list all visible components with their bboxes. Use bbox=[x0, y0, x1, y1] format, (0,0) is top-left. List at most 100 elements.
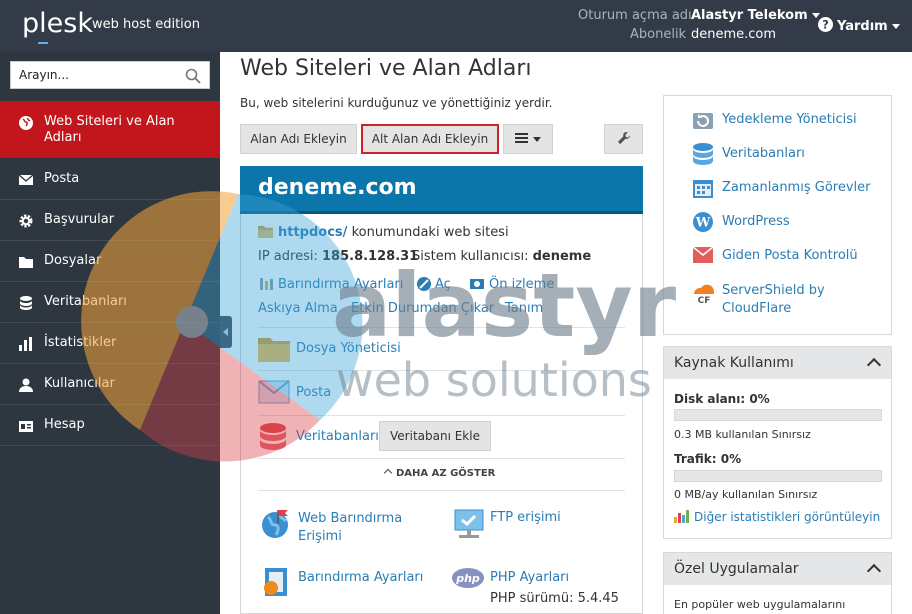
php-icon: php bbox=[452, 568, 484, 588]
hosting-settings-icon bbox=[260, 278, 273, 290]
traffic-usage-bar bbox=[674, 470, 882, 482]
cloudflare-icon: CF bbox=[693, 284, 715, 304]
traffic-usage-text: 0 MB/ay kullanılan Sınırsız bbox=[674, 488, 818, 501]
disk-usage-text: 0.3 MB kullanılan Sınırsız bbox=[674, 428, 811, 441]
web-hosting-access-icon bbox=[262, 510, 288, 538]
mail-icon bbox=[258, 380, 290, 404]
globe-icon bbox=[19, 116, 33, 130]
sidebar-item-files[interactable]: Dosyalar bbox=[0, 241, 220, 282]
chevron-down-icon bbox=[891, 24, 900, 29]
svg-text:php: php bbox=[455, 572, 480, 585]
databases-right-link[interactable]: Veritabanları bbox=[722, 146, 805, 161]
disk-usage-bar bbox=[674, 409, 882, 421]
hosting-settings-link[interactable]: Barındırma Ayarları bbox=[298, 570, 423, 585]
outgoing-mail-control-link[interactable]: Giden Posta Kontrolü bbox=[722, 248, 858, 263]
gear-icon bbox=[19, 214, 33, 228]
outgoing-mail-icon bbox=[692, 246, 714, 263]
subscription-selector[interactable]: deneme.com bbox=[691, 27, 776, 42]
plesk-logo[interactable]: plesk bbox=[22, 8, 93, 44]
wordpress-icon: W bbox=[693, 212, 713, 232]
wrench-icon bbox=[617, 131, 630, 145]
hosting-settings-icon bbox=[264, 568, 287, 596]
help-icon: ? bbox=[818, 17, 833, 32]
databases-link[interactable]: Veritabanları bbox=[296, 429, 379, 444]
calendar-icon bbox=[693, 180, 713, 198]
more-actions-button[interactable] bbox=[503, 124, 553, 154]
servershield-link[interactable]: ServerShield by CloudFlare bbox=[722, 282, 842, 318]
chevron-down-icon bbox=[533, 137, 541, 142]
chevron-up-icon bbox=[383, 468, 393, 478]
login-label: Oturum açma adı bbox=[578, 8, 692, 23]
sidebar-item-applications[interactable]: Başvurular bbox=[0, 200, 220, 241]
action-open[interactable]: Aç bbox=[435, 277, 451, 292]
chevron-up-icon[interactable] bbox=[866, 563, 882, 579]
page-description: Bu, web sitelerini kurduğunuz ve yönetti… bbox=[240, 96, 553, 110]
folder-icon bbox=[258, 225, 273, 238]
sidebar-item-users[interactable]: Kullanıcılar bbox=[0, 364, 220, 405]
search-box bbox=[10, 61, 210, 89]
action-deactivate[interactable]: Etkin Durumdan Çıkar bbox=[351, 301, 494, 316]
httpdocs-text: konumundaki web sitesi bbox=[351, 225, 509, 240]
system-user: Sistem kullanıcısı: deneme bbox=[412, 249, 592, 264]
search-input[interactable] bbox=[11, 62, 176, 88]
open-icon bbox=[417, 277, 431, 291]
svg-text:?: ? bbox=[822, 19, 829, 32]
top-header: plesk web host edition Oturum açma adı A… bbox=[0, 0, 912, 52]
tools-button[interactable] bbox=[604, 124, 643, 154]
backup-manager-link[interactable]: Yedekleme Yöneticisi bbox=[722, 112, 857, 127]
database-icon bbox=[693, 143, 713, 165]
sidebar: Web Siteleri ve Alan Adları Posta Başvur… bbox=[0, 52, 220, 614]
bar-chart-icon bbox=[19, 337, 32, 351]
wordpress-link[interactable]: WordPress bbox=[722, 214, 790, 229]
id-card-icon bbox=[19, 421, 33, 432]
help-menu[interactable]: ? Yardım bbox=[818, 17, 900, 34]
ftp-access-link[interactable]: FTP erişimi bbox=[490, 510, 561, 525]
sidebar-item-websites[interactable]: Web Siteleri ve Alan Adları bbox=[0, 101, 220, 158]
php-version: PHP sürümü: 5.4.45 bbox=[490, 591, 619, 606]
domain-name[interactable]: deneme.com bbox=[258, 175, 417, 200]
add-domain-button[interactable]: Alan Adı Ekleyin bbox=[240, 124, 357, 154]
show-less-toggle[interactable]: DAHA AZ GÖSTER bbox=[383, 468, 495, 479]
sidebar-item-account[interactable]: Hesap bbox=[0, 405, 220, 446]
svg-text:W: W bbox=[695, 216, 711, 231]
add-subdomain-button[interactable]: Alt Alan Adı Ekleyin bbox=[361, 124, 499, 154]
traffic-usage-label: Trafik: 0% bbox=[674, 452, 742, 466]
action-suspend[interactable]: Askıya Alma bbox=[258, 301, 338, 316]
subscription-label: Abonelik bbox=[630, 27, 687, 42]
action-description[interactable]: Tanım bbox=[505, 301, 543, 316]
folder-icon bbox=[19, 257, 33, 268]
backup-icon bbox=[693, 113, 713, 129]
login-user-menu[interactable]: Alastyr Telekom bbox=[691, 8, 820, 23]
sidebar-item-statistics[interactable]: İstatistikler bbox=[0, 323, 220, 364]
page-title: Web Siteleri ve Alan Adları bbox=[240, 56, 532, 81]
add-database-button[interactable]: Veritabanı Ekle bbox=[379, 421, 491, 451]
preview-icon bbox=[470, 279, 484, 289]
domain-card-header: deneme.com bbox=[240, 166, 643, 214]
ip-address: IP adresi: 185.8.128.31 bbox=[258, 249, 419, 264]
sidebar-collapse-handle[interactable] bbox=[220, 316, 232, 348]
custom-apps-text: En popüler web uygulamalarını bbox=[674, 598, 846, 611]
statistics-icon bbox=[674, 510, 689, 523]
mail-link[interactable]: Posta bbox=[296, 385, 331, 400]
edition-label: web host edition bbox=[92, 17, 200, 32]
resource-usage-header[interactable]: Kaynak Kullanımı bbox=[663, 346, 892, 380]
action-hosting-settings[interactable]: Barındırma Ayarları bbox=[278, 277, 403, 292]
sidebar-item-databases[interactable]: Veritabanları bbox=[0, 282, 220, 323]
sidebar-item-mail[interactable]: Posta bbox=[0, 159, 220, 200]
search-icon[interactable] bbox=[185, 68, 201, 84]
file-manager-link[interactable]: Dosya Yöneticisi bbox=[296, 341, 401, 356]
svg-text:CF: CF bbox=[698, 296, 711, 304]
chevron-up-icon[interactable] bbox=[866, 357, 882, 373]
user-icon bbox=[19, 378, 33, 392]
scheduled-tasks-link[interactable]: Zamanlanmış Görevler bbox=[722, 180, 870, 195]
database-icon bbox=[20, 296, 32, 310]
action-preview[interactable]: Ön izleme bbox=[489, 277, 554, 292]
ftp-icon bbox=[454, 509, 484, 538]
web-hosting-access-link[interactable]: Web Barındırma Erişimi bbox=[298, 510, 418, 546]
custom-apps-header[interactable]: Özel Uygulamalar bbox=[663, 552, 892, 586]
disk-usage-label: Disk alanı: 0% bbox=[674, 392, 770, 406]
menu-icon bbox=[515, 133, 528, 143]
more-statistics-link[interactable]: Diğer istatistikleri görüntüleyin bbox=[694, 510, 880, 524]
php-settings-link[interactable]: PHP Ayarları bbox=[490, 570, 569, 585]
httpdocs-link[interactable]: httpdocs/ bbox=[278, 225, 347, 240]
